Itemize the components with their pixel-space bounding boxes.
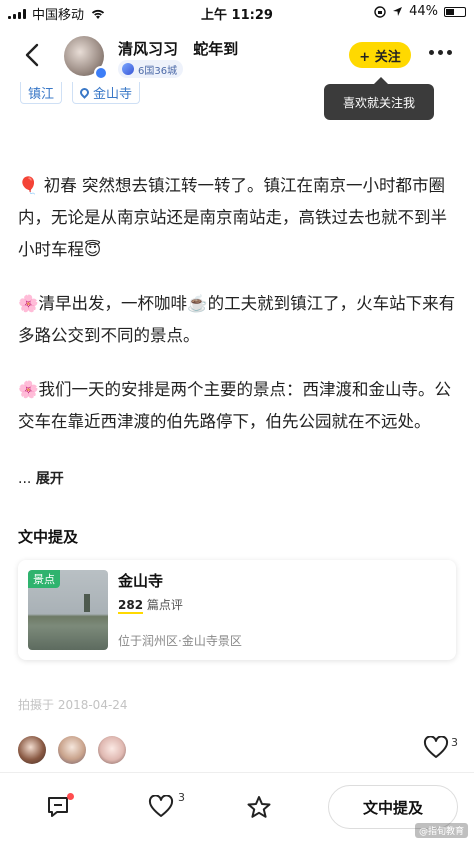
liker-avatar <box>18 736 46 764</box>
review-count-suffix: 篇点评 <box>146 598 183 612</box>
author-name[interactable]: 清风习习 蛇年到 <box>118 38 238 59</box>
follow-tooltip: 喜欢就关注我 <box>324 77 434 120</box>
notification-dot <box>67 793 74 800</box>
status-right: 44% <box>374 4 466 19</box>
bottom-like-count: 3 <box>178 791 185 804</box>
comment-button[interactable] <box>46 793 74 823</box>
poi-thumbnail: 景点 <box>28 570 108 650</box>
article-paragraph: 🌸清早出发，一杯咖啡☕️的工夫就到镇江了，火车站下来有多路公交到不同的景点。 <box>18 294 456 345</box>
tag-row: 镇江 金山寺 <box>20 82 141 104</box>
heart-icon <box>148 795 174 817</box>
poi-review-count: 282 篇点评 <box>118 596 183 614</box>
like-count: 3 <box>451 736 458 749</box>
username-subtitle: 蛇年到 <box>193 40 239 58</box>
pagoda-silhouette <box>84 594 90 612</box>
expand-ellipsis: ... <box>18 471 32 487</box>
more-options-icon[interactable] <box>429 50 452 55</box>
article-paragraph: 🎈 初春 突然想去镇江转一转了。镇江在南京一小时都市圈内，无论是从南京站还是南京… <box>18 176 447 259</box>
battery-percent: 44% <box>409 4 438 19</box>
tag-city-label: 镇江 <box>28 87 55 102</box>
article-body: 🎈 初春 突然想去镇江转一转了。镇江在南京一小时都市圈内，无论是从南京站还是南京… <box>18 170 458 460</box>
location-pin-icon <box>78 86 91 99</box>
like-button[interactable]: 3 <box>148 791 185 819</box>
planet-icon <box>122 63 134 75</box>
header: 清风习习 蛇年到 6国36城 + 关注 <box>0 28 474 82</box>
review-count-number: 282 <box>118 598 144 614</box>
back-arrow-icon[interactable] <box>22 42 44 68</box>
poi-name: 金山寺 <box>118 572 164 590</box>
poi-card[interactable]: 景点 金山寺 282 篇点评 位于润州区·金山寺景区 <box>18 560 456 660</box>
battery-icon <box>444 6 466 17</box>
like-summary[interactable]: 3 <box>423 736 458 760</box>
expand-label: 展开 <box>35 471 64 487</box>
article-paragraph: 🌸我们一天的安排是两个主要的景点：西津渡和金山寺。公交车在靠近西津渡的伯先路停下… <box>18 380 452 431</box>
level-badge[interactable]: 6国36城 <box>118 60 184 78</box>
rotation-lock-icon <box>374 5 386 18</box>
liker-avatar <box>98 736 126 764</box>
mentions-title: 文中提及 <box>18 528 79 546</box>
photo-date: 拍摄于 2018-04-24 <box>18 698 128 712</box>
status-bar: 中国移动 上午 11:29 44% <box>0 0 474 24</box>
comment-icon <box>48 797 68 817</box>
poi-category-badge: 景点 <box>28 570 60 588</box>
tag-city[interactable]: 镇江 <box>20 82 63 104</box>
verified-badge-icon <box>94 66 108 80</box>
expand-toggle[interactable]: ... 展开 <box>18 468 64 488</box>
poi-location: 位于润州区·金山寺景区 <box>118 634 242 648</box>
location-arrow-icon <box>393 7 403 16</box>
star-icon <box>247 796 271 818</box>
bottom-action-bar: 3 文中提及 @指旬教育 <box>0 772 474 842</box>
follow-button[interactable]: + 关注 <box>349 42 411 68</box>
liker-avatars[interactable] <box>18 736 126 764</box>
favorite-button[interactable] <box>246 795 272 823</box>
watermark: @指旬教育 <box>414 823 468 838</box>
author-avatar[interactable] <box>64 36 108 80</box>
username-text: 清风习习 <box>118 40 179 58</box>
heart-icon <box>423 736 449 758</box>
liker-avatar <box>58 736 86 764</box>
tag-place[interactable]: 金山寺 <box>72 82 141 104</box>
tag-place-label: 金山寺 <box>93 87 133 102</box>
level-text: 6国36城 <box>138 65 178 77</box>
